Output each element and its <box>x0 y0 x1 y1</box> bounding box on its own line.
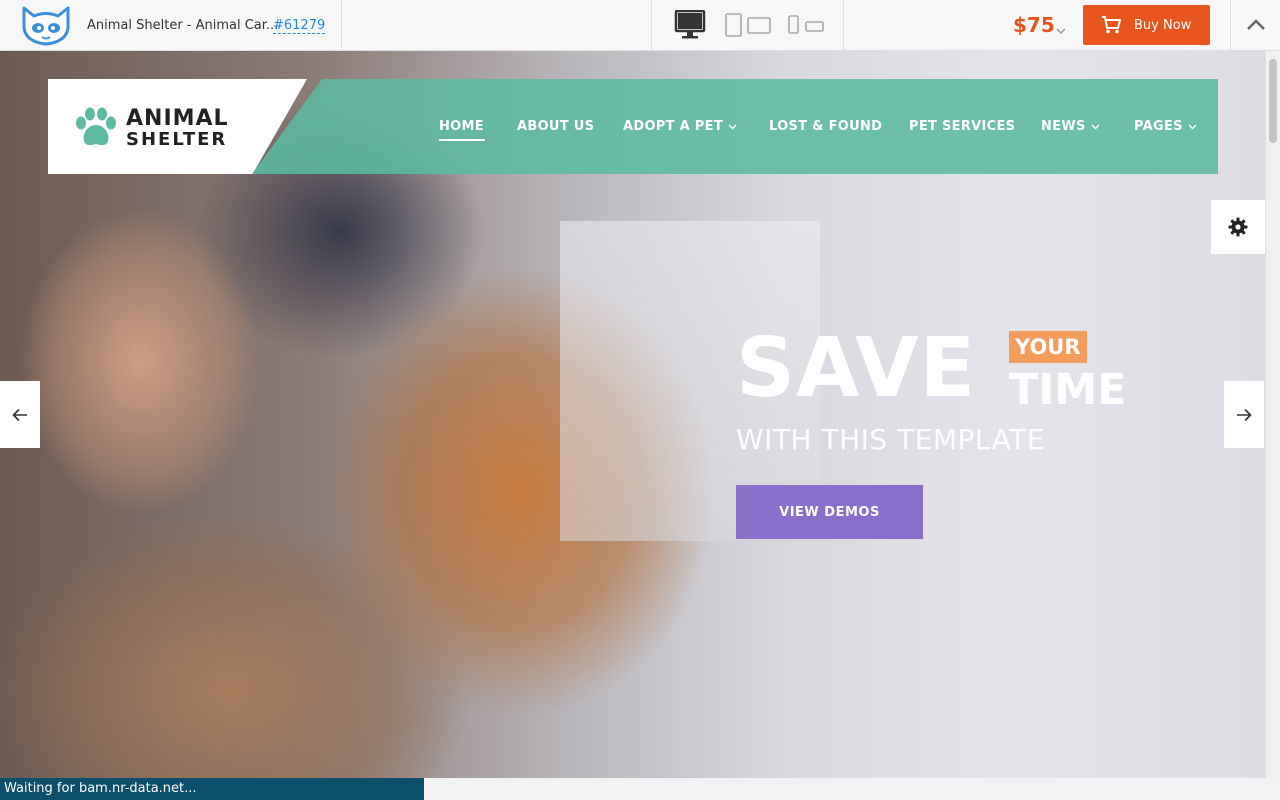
chevron-down-icon <box>1091 124 1100 129</box>
nav-label: ABOUT US <box>517 119 595 134</box>
price-label[interactable]: $75 <box>1013 13 1055 37</box>
nav-label: LOST & FOUND <box>769 119 883 134</box>
divider <box>651 0 652 50</box>
browser-status-bar: Waiting for bam.nr-data.net... <box>0 778 424 800</box>
divider <box>341 0 342 50</box>
template-id-link[interactable]: #61279 <box>273 18 326 34</box>
view-demos-button[interactable]: VIEW DEMOS <box>736 485 923 539</box>
chevron-down-icon[interactable] <box>1056 20 1066 39</box>
desktop-icon[interactable] <box>672 10 708 40</box>
hero-slider: ANIMAL SHELTER HOME ABOUT US ADOPT A PET… <box>0 51 1265 778</box>
templatemonster-cat-icon[interactable] <box>18 4 74 46</box>
nav-label: PAGES <box>1134 119 1183 134</box>
nav-item-lost-found[interactable]: LOST & FOUND <box>769 119 882 134</box>
nav-label: NEWS <box>1041 119 1086 134</box>
chevron-down-icon <box>1188 124 1197 129</box>
settings-button[interactable] <box>1211 200 1265 254</box>
tablet-icon[interactable] <box>724 10 772 40</box>
chevron-down-icon <box>728 124 737 129</box>
scrollbar-thumb[interactable] <box>1269 59 1277 143</box>
page-scrollbar[interactable] <box>1265 51 1280 778</box>
template-title: Animal Shelter - Animal Car... <box>87 18 279 33</box>
preview-toolbar: Animal Shelter - Animal Car... #61279 $7… <box>0 0 1280 51</box>
gear-icon <box>1228 217 1248 237</box>
nav-label: PET SERVICES <box>909 119 1016 134</box>
mobile-icon[interactable] <box>786 10 826 40</box>
collapse-toolbar-button[interactable] <box>1230 0 1280 50</box>
buy-now-button[interactable]: Buy Now <box>1083 5 1210 45</box>
nav-item-news[interactable]: NEWS <box>1041 119 1100 134</box>
cart-icon <box>1102 16 1121 34</box>
hero-headline-badge: YOUR <box>1009 331 1087 363</box>
paw-icon <box>73 107 119 153</box>
logo-text-animal: ANIMAL <box>126 106 229 131</box>
nav-label: ADOPT A PET <box>623 119 723 134</box>
nav-active-indicator <box>439 139 485 141</box>
hero-subtitle: WITH THIS TEMPLATE <box>736 423 1045 456</box>
arrow-right-icon <box>1237 408 1252 421</box>
nav-item-pages[interactable]: PAGES <box>1134 119 1197 134</box>
slider-prev-button[interactable] <box>0 381 40 448</box>
nav-label: HOME <box>439 119 484 134</box>
hero-headline-save: SAVE <box>736 321 977 416</box>
logo-text-shelter: SHELTER <box>126 129 228 150</box>
slider-next-button[interactable] <box>1224 381 1264 448</box>
nav-item-adopt-a-pet[interactable]: ADOPT A PET <box>623 119 737 134</box>
nav-item-about-us[interactable]: ABOUT US <box>517 119 594 134</box>
nav-item-pet-services[interactable]: PET SERVICES <box>909 119 1015 134</box>
hero-headline-time: TIME <box>1009 365 1127 415</box>
chevron-up-icon <box>1246 19 1265 30</box>
nav-item-home[interactable]: HOME <box>439 119 484 134</box>
buy-now-label: Buy Now <box>1134 17 1192 33</box>
arrow-left-icon <box>12 408 27 421</box>
divider <box>843 0 844 50</box>
